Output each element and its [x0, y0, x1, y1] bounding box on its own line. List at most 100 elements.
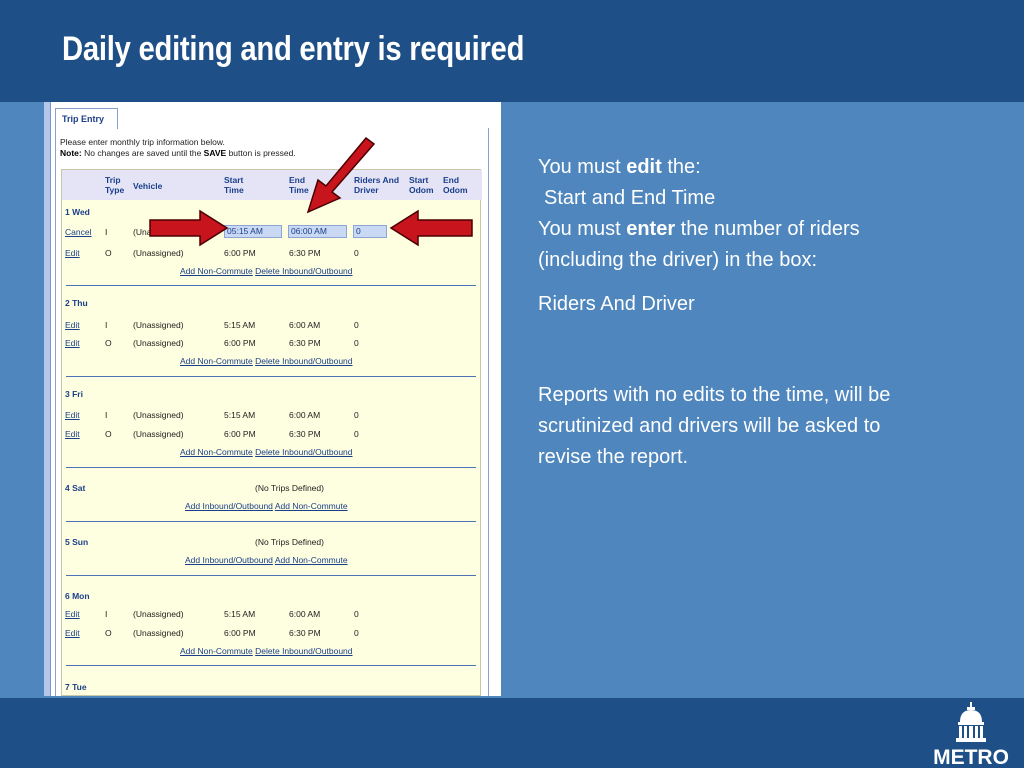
add-non-commute-link[interactable]: Add Non-Commute	[180, 447, 253, 457]
no-trips-label: (No Trips Defined)	[255, 537, 324, 547]
day-actions: Add Non-Commute Delete Inbound/Outbound	[180, 356, 353, 366]
delete-inbound-outbound-link[interactable]: Delete Inbound/Outbound	[255, 356, 352, 366]
note-text-1: No changes are saved until the	[84, 148, 202, 158]
edit-link[interactable]: Edit	[65, 320, 80, 330]
start-time: 5:15 AM	[224, 609, 256, 619]
add-non-commute-link[interactable]: Add Non-Commute	[275, 501, 348, 511]
edit-link[interactable]: Edit	[65, 248, 80, 258]
add-non-commute-link[interactable]: Add Non-Commute	[180, 646, 253, 656]
day-label-thu: 2 Thu	[65, 298, 88, 308]
edit-link[interactable]: Edit	[65, 429, 80, 439]
form-instructions: Please enter monthly trip information be…	[60, 137, 296, 159]
note-save-word: SAVE	[203, 148, 227, 158]
edit-word: edit	[626, 156, 662, 178]
day-separator	[66, 467, 476, 468]
end-time: 6:30 PM	[289, 429, 321, 439]
vehicle: (Unassigned)	[133, 320, 184, 330]
vehicle: (Unassigned)	[133, 609, 184, 619]
edit-instruction: You must edit the:	[538, 152, 938, 183]
cancel-link[interactable]: Cancel	[65, 227, 91, 237]
day-label-mon: 6 Mon	[65, 591, 90, 601]
no-trips-label: (No Trips Defined)	[255, 483, 324, 493]
end-time: 6:30 PM	[289, 628, 321, 638]
riders-value: 0	[354, 429, 359, 439]
day-separator	[66, 521, 476, 522]
enter-instruction: You must enter the number of riders (inc…	[538, 214, 938, 276]
enter-word: enter	[626, 218, 676, 240]
note-text: Note: No changes are saved until the SAV…	[60, 148, 296, 159]
trip-type: I	[105, 410, 108, 420]
riders-and-driver-input[interactable]: 0	[353, 225, 387, 238]
edit-item: Start and End Time	[544, 187, 716, 209]
trip-type: O	[105, 429, 112, 439]
footer-bar	[0, 698, 1024, 768]
end-time: 6:00 AM	[289, 609, 321, 619]
vehicle: (Unassigned)	[133, 628, 184, 638]
day-label-sun: 5 Sun	[65, 537, 89, 547]
riders-value: 0	[354, 628, 359, 638]
end-time: 6:30 PM	[289, 248, 321, 258]
tab-trip-entry[interactable]: Trip Entry	[55, 108, 118, 129]
day-actions: Add Non-Commute Delete Inbound/Outbound	[180, 266, 353, 276]
trip-entry-screenshot: Trip Entry Please enter monthly trip inf…	[44, 102, 501, 696]
trip-grid: Trip Type Vehicle Start Time End Time Rider…	[61, 169, 482, 696]
trip-type: O	[105, 248, 112, 258]
day-separator	[66, 575, 476, 576]
add-non-commute-link[interactable]: Add Non-Commute	[180, 266, 253, 276]
instruction-text: Please enter monthly trip information be…	[60, 137, 225, 147]
riders-value: 0	[354, 338, 359, 348]
start-time: 6:00 PM	[224, 429, 256, 439]
day-separator	[66, 376, 476, 377]
start-time: 6:00 PM	[224, 628, 256, 638]
vehicle: (Unassigned)	[133, 410, 184, 420]
edit-link[interactable]: Edit	[65, 609, 80, 619]
trip-type: I	[105, 320, 108, 330]
day-label-wed: 1 Wed	[65, 207, 90, 217]
delete-inbound-outbound-link[interactable]: Delete Inbound/Outbound	[255, 266, 352, 276]
add-inbound-outbound-link[interactable]: Add Inbound/Outbound	[185, 555, 273, 565]
day-separator	[66, 285, 476, 286]
add-inbound-outbound-link[interactable]: Add Inbound/Outbound	[185, 501, 273, 511]
logo-text: METRO	[933, 746, 1009, 768]
edit-link[interactable]: Edit	[65, 410, 80, 420]
start-time: 5:15 AM	[224, 410, 256, 420]
metro-logo: METRO	[926, 700, 1016, 768]
riders-value: 0	[354, 609, 359, 619]
delete-inbound-outbound-link[interactable]: Delete Inbound/Outbound	[255, 646, 352, 656]
trip-type: I	[105, 609, 108, 619]
enter-item: Riders And Driver	[538, 293, 695, 315]
edit-suffix: the:	[661, 156, 701, 178]
day-label-sat: 4 Sat	[65, 483, 86, 493]
end-time: 6:30 PM	[289, 338, 321, 348]
day-actions: Add Inbound/Outbound Add Non-Commute	[185, 555, 348, 565]
delete-inbound-outbound-link[interactable]: Delete Inbound/Outbound	[255, 447, 352, 457]
edit-link[interactable]: Edit	[65, 628, 80, 638]
riders-value: 0	[354, 410, 359, 420]
edit-link[interactable]: Edit	[65, 338, 80, 348]
day-actions: Add Non-Commute Delete Inbound/Outbound	[180, 646, 353, 656]
note-text-2: button is pressed.	[228, 148, 296, 158]
header-start-time: Start Time	[224, 175, 244, 195]
capitol-dome-icon	[956, 702, 986, 742]
edit-prefix: You must	[538, 156, 627, 178]
day-separator	[66, 665, 476, 666]
vehicle: (Unassigned)	[133, 248, 184, 258]
add-non-commute-link[interactable]: Add Non-Commute	[180, 356, 253, 366]
start-time: 6:00 PM	[224, 338, 256, 348]
end-time: 6:00 AM	[289, 410, 321, 420]
vehicle: (Unassigned)	[133, 338, 184, 348]
start-time-input[interactable]: 05:15 AM	[224, 225, 282, 238]
slide-title: Daily editing and entry is required	[62, 30, 525, 68]
form-window: Trip Entry Please enter monthly trip inf…	[50, 102, 501, 696]
end-time: 6:00 AM	[289, 320, 321, 330]
riders-value: 0	[354, 320, 359, 330]
end-time-input[interactable]: 06:00 AM	[288, 225, 347, 238]
vehicle: (Unassigned)	[133, 429, 184, 439]
header-vehicle: Vehicle	[133, 181, 163, 191]
instruction-notes: You must edit the: Start and End Time Yo…	[538, 152, 938, 473]
arrow-left-icon	[389, 209, 473, 247]
day-actions: Add Non-Commute Delete Inbound/Outbound	[180, 447, 353, 457]
riders-value: 0	[354, 248, 359, 258]
add-non-commute-link[interactable]: Add Non-Commute	[275, 555, 348, 565]
day-actions: Add Inbound/Outbound Add Non-Commute	[185, 501, 348, 511]
